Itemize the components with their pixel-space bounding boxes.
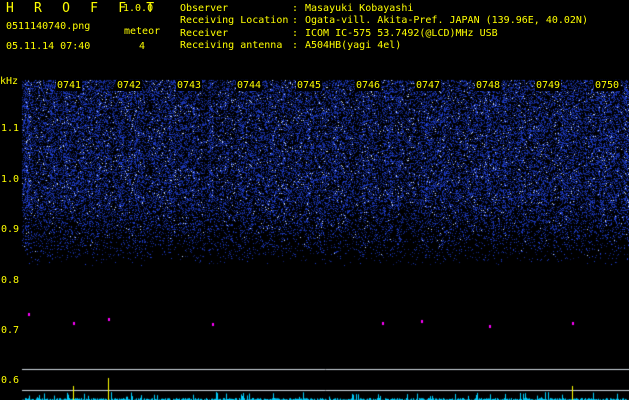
frequency-unit: kHz	[0, 76, 19, 87]
time-tick-label: 0742	[116, 80, 143, 91]
time-tick-label: 0745	[296, 80, 323, 91]
info-colon: :	[292, 27, 299, 39]
freq-tick-label: 1.1	[1, 123, 20, 134]
info-colon: :	[292, 3, 299, 14]
time-tick-label: 0747	[415, 80, 442, 91]
time-tick-label: 0748	[475, 80, 502, 91]
info-colon: :	[292, 39, 299, 51]
app-version: 1.0.0	[123, 3, 154, 14]
freq-tick-label: 0.6	[1, 375, 20, 386]
time-tick-label: 0749	[535, 80, 562, 91]
info-row-location: Receiving Location : Ogata-vill. Akita-P…	[180, 15, 588, 27]
info-value: Masayuki Kobayashi	[305, 3, 414, 14]
info-row-receiver: Receiver : ICOM IC-575 53.7492(@LCD)MHz …	[180, 28, 588, 40]
hroft-window: H R O F F T 1.0.0 0511140740.png 05.11.1…	[0, 0, 629, 400]
info-key: Receiving antenna	[180, 39, 283, 51]
info-value: A504HB(yagi 4el)	[305, 39, 402, 51]
capture-datetime: 05.11.14 07:40	[6, 41, 91, 52]
info-key: Receiver	[180, 27, 229, 39]
freq-tick-label: 0.8	[1, 275, 20, 286]
file-name: 0511140740.png	[6, 21, 91, 32]
spectrogram: kHz 1.1 1.0 0.9 0.8 0.7 0.6 0741 0742 07…	[0, 76, 629, 400]
info-value: ICOM IC-575 53.7492(@LCD)MHz USB	[305, 27, 498, 39]
time-tick-label: 0746	[355, 80, 382, 91]
info-key: Observer	[180, 3, 229, 14]
meteor-label: meteor	[124, 26, 161, 37]
info-row-observer: Observer : Masayuki Kobayashi	[180, 3, 588, 15]
freq-tick-label: 0.7	[1, 325, 20, 336]
info-colon: :	[292, 15, 299, 27]
freq-tick-label: 0.9	[1, 224, 20, 235]
time-tick-label: 0744	[236, 80, 263, 91]
station-info: Observer : Masayuki Kobayashi Receiving …	[180, 3, 588, 52]
spectrogram-overlay: kHz 1.1 1.0 0.9 0.8 0.7 0.6 0741 0742 07…	[0, 76, 629, 400]
info-key: Receiving Location	[180, 15, 289, 27]
freq-tick-label: 1.0	[1, 174, 20, 185]
time-tick-label: 0741	[56, 80, 83, 91]
meteor-count: 4	[139, 41, 146, 52]
info-row-antenna: Receiving antenna : A504HB(yagi 4el)	[180, 40, 588, 52]
time-tick-label: 0743	[176, 80, 203, 91]
info-value: Ogata-vill. Akita-Pref. JAPAN (139.96E, …	[305, 15, 588, 27]
time-tick-label: 0750	[594, 80, 621, 91]
